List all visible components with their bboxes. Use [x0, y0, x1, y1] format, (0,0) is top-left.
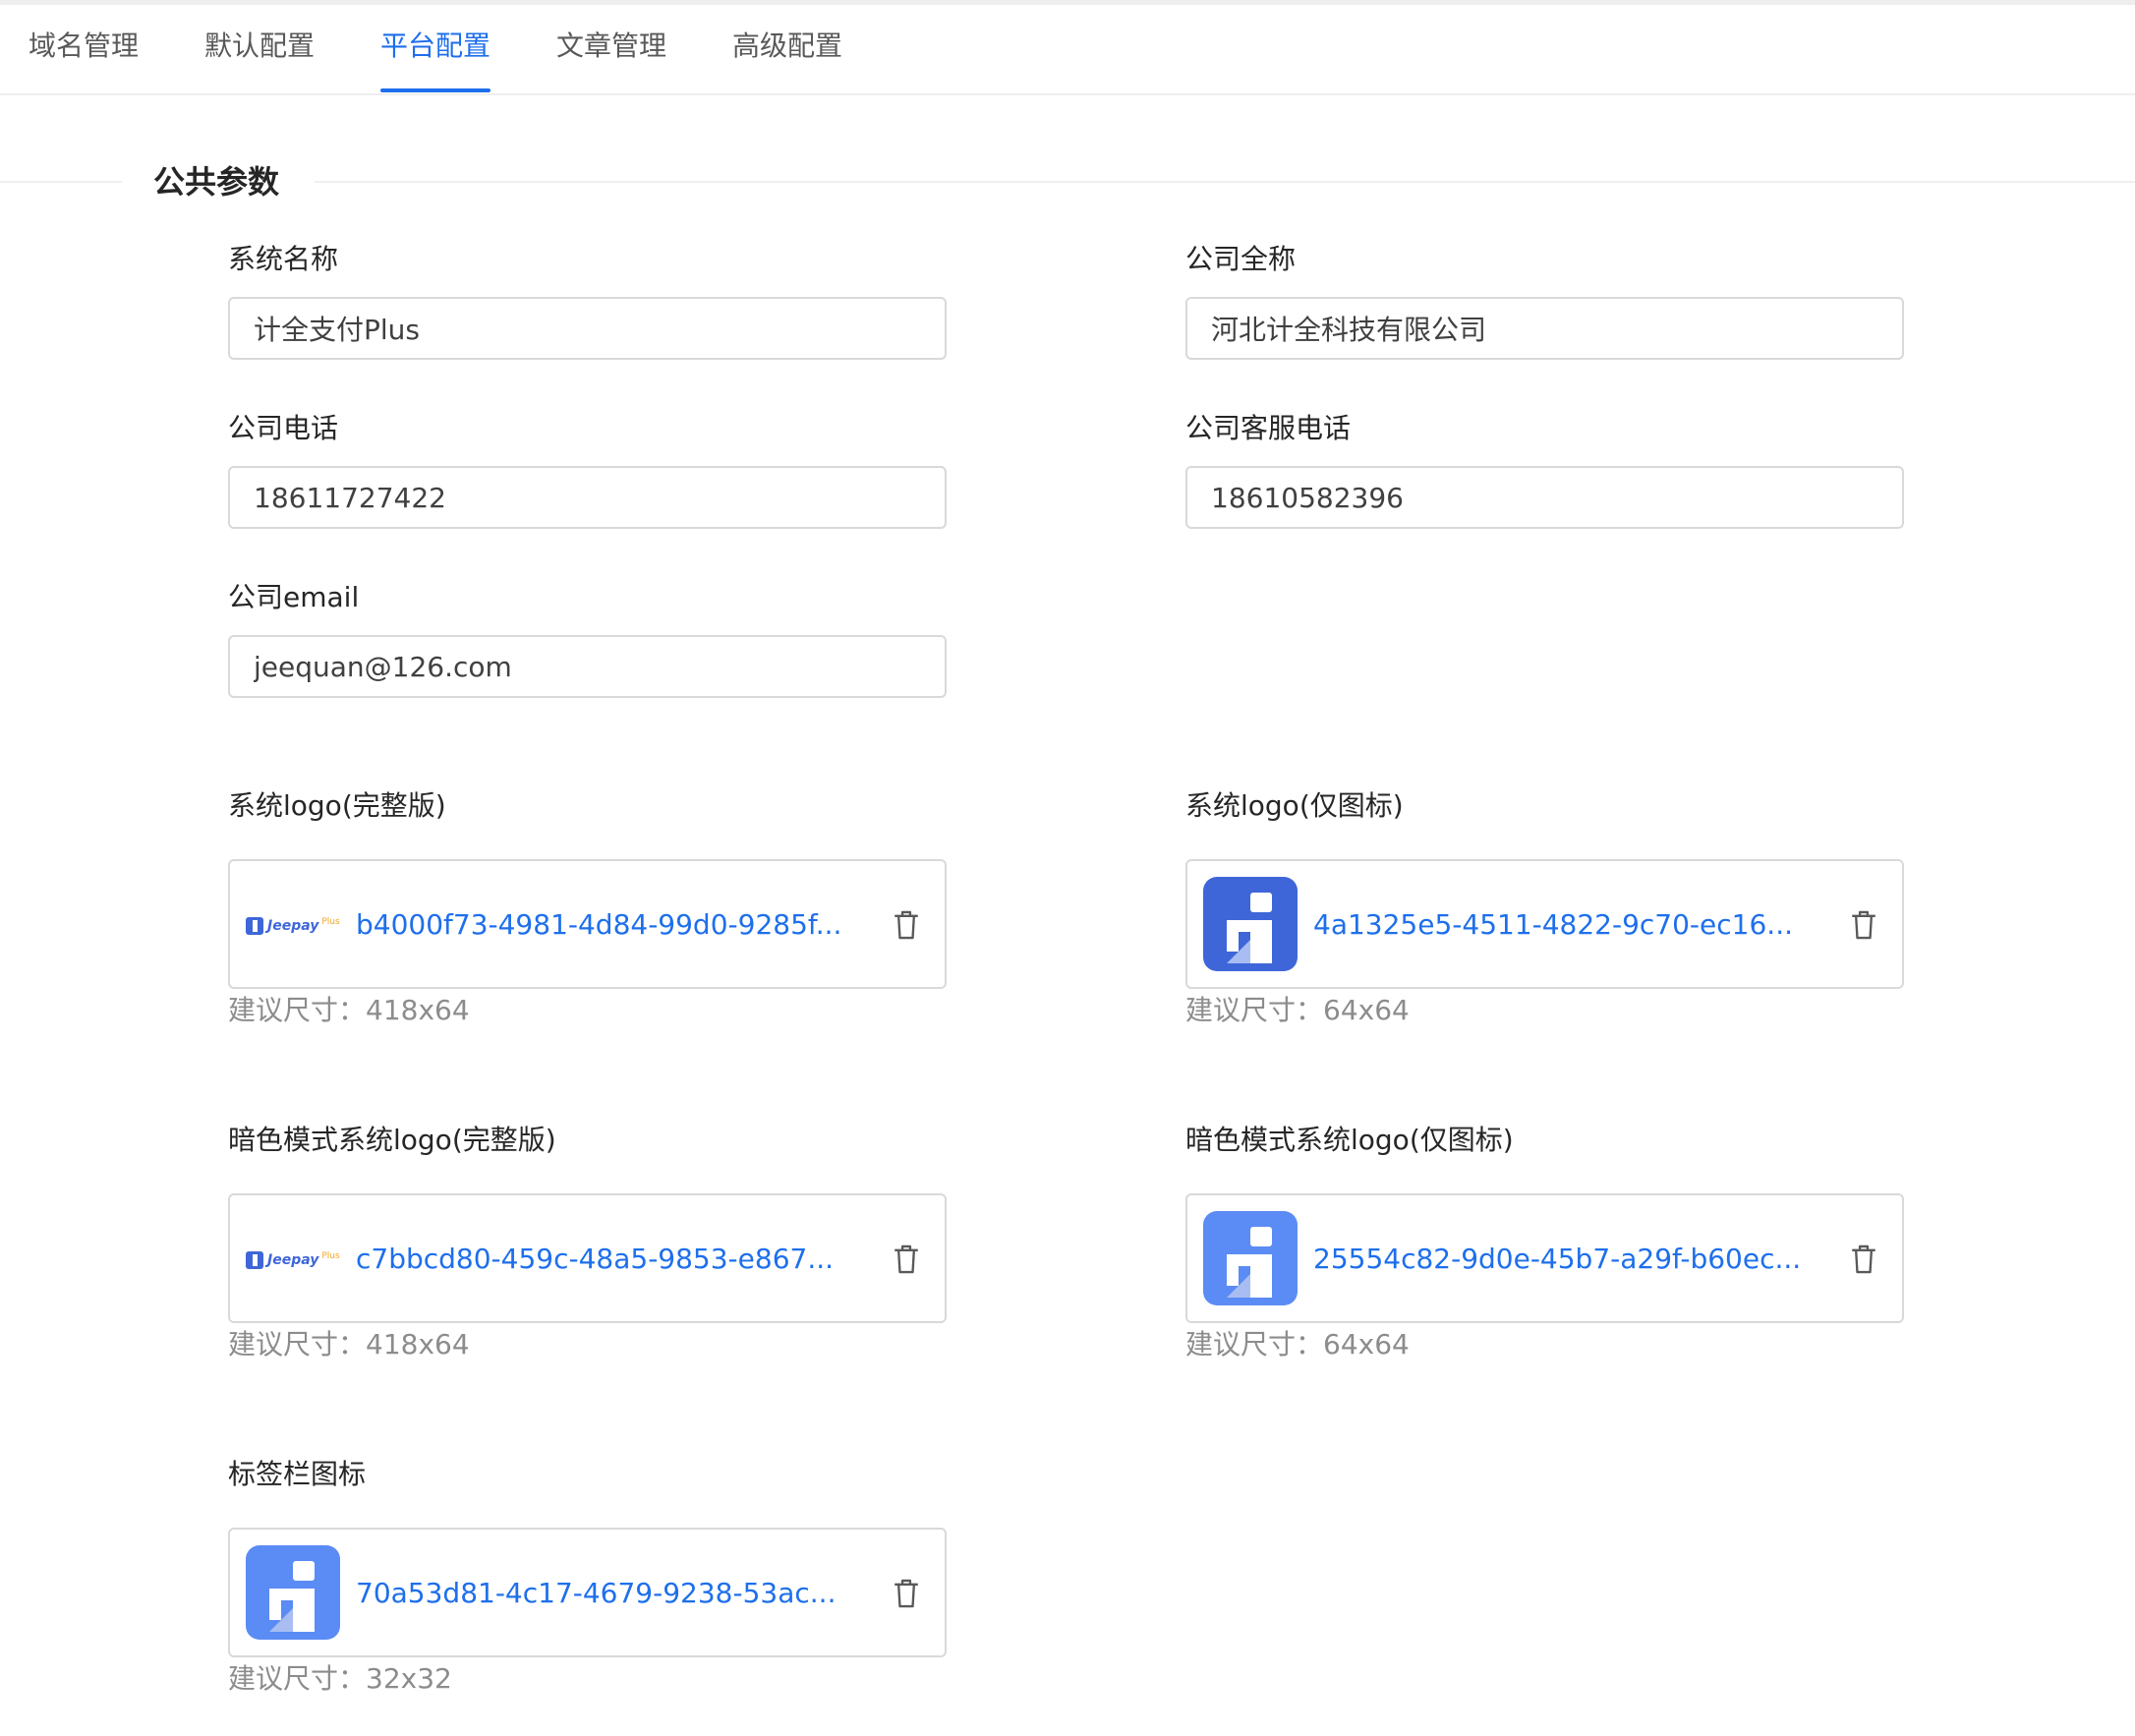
logo-full-upload-card: Jeepay Plus b4000f73-4981-4d84-99d0-9285… — [228, 859, 947, 989]
favicon-thumbnail — [246, 1545, 340, 1640]
jeepay-mark-icon — [246, 1251, 263, 1269]
divider-right — [315, 181, 2135, 183]
logo-icon-upload-card: 4a1325e5-4511-4822-9c70-ec16... — [1185, 859, 1904, 989]
divider-left — [0, 181, 122, 183]
company-email-label: 公司email — [228, 581, 360, 613]
trash-icon[interactable] — [891, 908, 922, 942]
tab-advanced-config[interactable]: 高级配置 — [732, 2, 842, 90]
company-phone-label: 公司电话 — [228, 412, 339, 444]
system-name-input[interactable] — [228, 297, 947, 360]
dark-logo-full-upload-card: Jeepay Plus c7bbcd80-459c-48a5-9853-e867… — [228, 1193, 947, 1323]
favicon-size-hint: 建议尺寸：32x32 — [228, 1662, 452, 1695]
thumbnail-plus-text: Plus — [321, 917, 340, 927]
jeepay-mark-icon — [246, 917, 263, 935]
thumbnail-plus-text: Plus — [321, 1251, 340, 1261]
favicon-label: 标签栏图标 — [228, 1458, 367, 1490]
tab-bar: 域名管理 默认配置 平台配置 文章管理 高级配置 — [0, 5, 2135, 95]
thumbnail-brand-text: Jeepay — [267, 1252, 319, 1268]
trash-icon[interactable] — [891, 1577, 922, 1610]
company-phone-input[interactable] — [228, 466, 947, 529]
dark-logo-icon-thumbnail — [1203, 1211, 1298, 1305]
dark-logo-full-file-link[interactable]: c7bbcd80-459c-48a5-9853-e867... — [356, 1235, 867, 1284]
dark-logo-icon-file-link[interactable]: 25554c82-9d0e-45b7-a29f-b60ec... — [1313, 1235, 1824, 1284]
tab-article-management[interactable]: 文章管理 — [556, 2, 666, 90]
logo-full-size-hint: 建议尺寸：418x64 — [228, 994, 470, 1026]
company-email-input[interactable] — [228, 635, 947, 698]
dark-logo-full-thumbnail: Jeepay Plus — [246, 1249, 344, 1271]
logo-icon-size-hint: 建议尺寸：64x64 — [1185, 994, 1410, 1026]
tab-domain-management[interactable]: 域名管理 — [29, 2, 139, 90]
trash-icon[interactable] — [1848, 1243, 1879, 1276]
dark-logo-icon-label: 暗色模式系统logo(仅图标) — [1185, 1124, 1514, 1156]
company-service-phone-input[interactable] — [1185, 466, 1904, 529]
dark-logo-icon-size-hint: 建议尺寸：64x64 — [1185, 1328, 1410, 1360]
dark-logo-full-label: 暗色模式系统logo(完整版) — [228, 1124, 556, 1156]
tab-platform-config[interactable]: 平台配置 — [380, 2, 491, 92]
logo-full-file-link[interactable]: b4000f73-4981-4d84-99d0-9285f... — [356, 900, 867, 950]
dark-logo-icon-upload-card: 25554c82-9d0e-45b7-a29f-b60ec... — [1185, 1193, 1904, 1323]
company-full-name-input[interactable] — [1185, 297, 1904, 360]
favicon-upload-card: 70a53d81-4c17-4679-9238-53ac... — [228, 1528, 947, 1657]
logo-full-thumbnail: Jeepay Plus — [246, 915, 344, 937]
company-service-phone-label: 公司客服电话 — [1185, 412, 1352, 444]
logo-icon-label: 系统logo(仅图标) — [1185, 789, 1404, 822]
dark-logo-full-size-hint: 建议尺寸：418x64 — [228, 1328, 470, 1360]
trash-icon[interactable] — [1848, 908, 1879, 942]
section-title: 公共参数 — [153, 163, 280, 201]
system-name-label: 系统名称 — [228, 243, 339, 275]
tab-default-config[interactable]: 默认配置 — [204, 2, 315, 90]
logo-icon-file-link[interactable]: 4a1325e5-4511-4822-9c70-ec16... — [1313, 900, 1824, 950]
logo-full-label: 系统logo(完整版) — [228, 789, 446, 822]
trash-icon[interactable] — [891, 1243, 922, 1276]
favicon-file-link[interactable]: 70a53d81-4c17-4679-9238-53ac... — [356, 1569, 867, 1618]
logo-icon-thumbnail — [1203, 877, 1298, 971]
company-full-name-label: 公司全称 — [1185, 243, 1297, 275]
thumbnail-brand-text: Jeepay — [267, 918, 319, 934]
